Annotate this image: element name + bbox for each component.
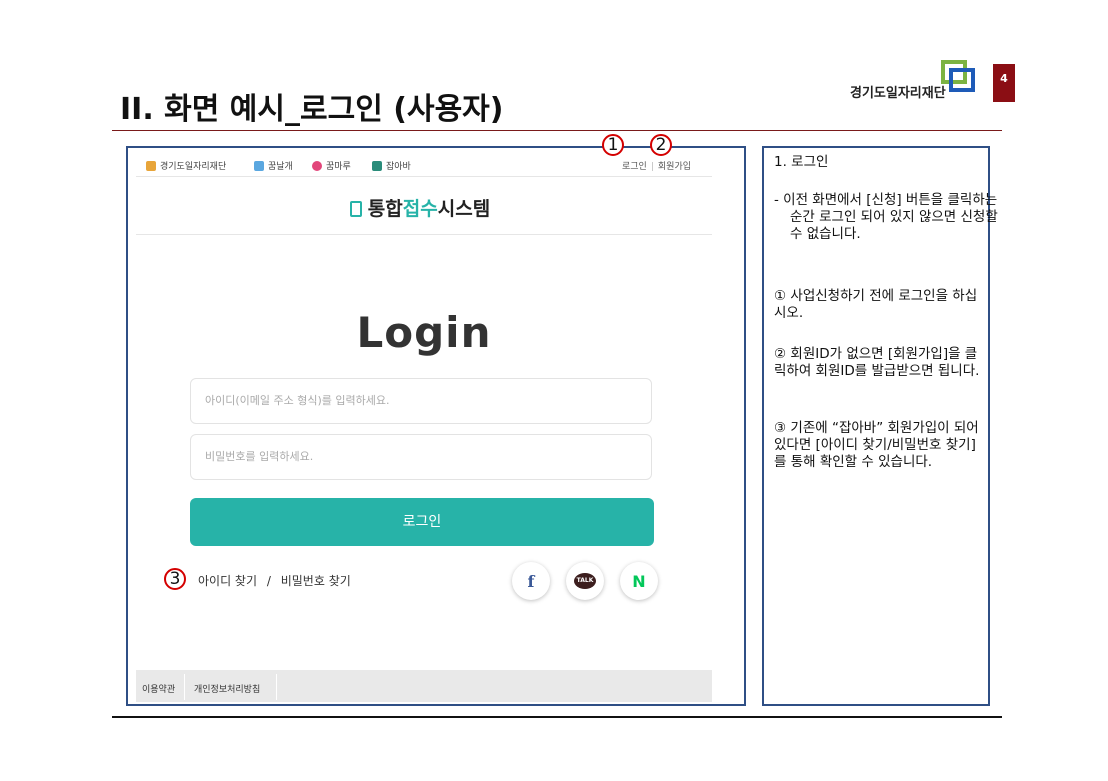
header-divider bbox=[112, 130, 1002, 131]
marker-3: 3 bbox=[164, 568, 186, 590]
slide-title: II. 화면 예시_로그인 (사용자) bbox=[120, 92, 504, 127]
system-brand-logo: 통합접수시스템 bbox=[128, 194, 712, 221]
find-links-separator: / bbox=[266, 574, 271, 588]
brand-text-2: 접수 bbox=[402, 198, 438, 220]
id-input[interactable]: 아이디(이메일 주소 형식)를 입력하세요. bbox=[190, 378, 652, 424]
page-footer: 이용약관 개인정보처리방침 bbox=[136, 670, 712, 702]
kakao-login-button[interactable]: TALK bbox=[566, 562, 604, 600]
marker-1: 1 bbox=[602, 134, 624, 156]
brand-divider bbox=[136, 234, 712, 235]
description-note: - 이전 화면에서 [신청] 버튼을 클릭하는 순간 로그인 되어 있지 않으면… bbox=[774, 192, 998, 242]
org-logo-icon bbox=[941, 60, 975, 92]
terms-link[interactable]: 이용약관 bbox=[142, 682, 175, 695]
foundation-icon bbox=[146, 160, 156, 171]
footer-divider bbox=[184, 674, 185, 700]
naver-login-button[interactable]: N bbox=[620, 562, 658, 600]
nav-link-kkumnalgae[interactable]: 꿈날개 bbox=[254, 159, 293, 172]
login-page-screenshot: 경기도일자리재단 꿈날개 꿈마루 잡아바 로그인 | 회원가입 통합접수시스템 Lo… bbox=[126, 146, 746, 706]
naver-icon: N bbox=[632, 571, 646, 591]
facebook-icon: f bbox=[527, 571, 535, 591]
description-heading: 1. 로그인 bbox=[774, 154, 829, 170]
jobaba-icon bbox=[372, 160, 382, 171]
page-number-badge: 4 bbox=[993, 64, 1015, 102]
marker-2: 2 bbox=[650, 134, 672, 156]
signup-link[interactable]: 회원가입 bbox=[658, 162, 691, 172]
nav-separator: | bbox=[650, 162, 654, 172]
password-input[interactable]: 비밀번호를 입력하세요. bbox=[190, 434, 652, 480]
description-panel: 1. 로그인 - 이전 화면에서 [신청] 버튼을 클릭하는 순간 로그인 되어… bbox=[762, 146, 998, 706]
top-navigation: 경기도일자리재단 꿈날개 꿈마루 잡아바 로그인 | 회원가입 bbox=[136, 154, 712, 177]
brand-text-1: 통합 bbox=[367, 198, 403, 220]
nav-link-jobaba[interactable]: 잡아바 bbox=[372, 159, 411, 172]
kkummaru-icon bbox=[312, 160, 322, 171]
org-logo-text: 경기도일자리재단 bbox=[850, 86, 946, 101]
nav-link-label: 경기도일자리재단 bbox=[160, 162, 227, 172]
description-item-1: ① 사업신청하기 전에 로그인을 하십시오. bbox=[774, 288, 978, 321]
nav-link-foundation[interactable]: 경기도일자리재단 bbox=[146, 159, 226, 172]
description-item-3: ③ 기존에 “잡아바” 회원가입이 되어있다면 [아이디 찾기/비밀번호 찾기]… bbox=[774, 420, 979, 470]
find-id-link[interactable]: 아이디 찾기 bbox=[198, 574, 257, 588]
facebook-login-button[interactable]: f bbox=[512, 562, 550, 600]
description-item-2: ② 회원ID가 없으면 [회원가입]을 클릭하여 회원ID를 발급받으면 됩니다… bbox=[774, 346, 980, 379]
footer-rule bbox=[112, 716, 1002, 718]
clipboard-icon bbox=[349, 201, 362, 217]
privacy-policy-link[interactable]: 개인정보처리방침 bbox=[194, 682, 260, 695]
nav-link-label: 꿈마루 bbox=[326, 162, 351, 172]
brand-text-3: 시스템 bbox=[437, 198, 491, 220]
kkumnalgae-icon bbox=[254, 160, 264, 171]
find-account-links: 아이디 찾기 / 비밀번호 찾기 bbox=[198, 572, 351, 589]
nav-link-label: 잡아바 bbox=[386, 162, 411, 172]
kakaotalk-icon: TALK bbox=[574, 573, 596, 589]
login-heading: Login bbox=[356, 308, 492, 357]
nav-link-kkummaru[interactable]: 꿈마루 bbox=[312, 159, 351, 172]
nav-link-label: 꿈날개 bbox=[268, 162, 293, 172]
login-button[interactable]: 로그인 bbox=[190, 498, 654, 546]
footer-divider bbox=[276, 674, 277, 700]
login-link[interactable]: 로그인 bbox=[622, 162, 647, 172]
find-password-link[interactable]: 비밀번호 찾기 bbox=[281, 574, 351, 588]
